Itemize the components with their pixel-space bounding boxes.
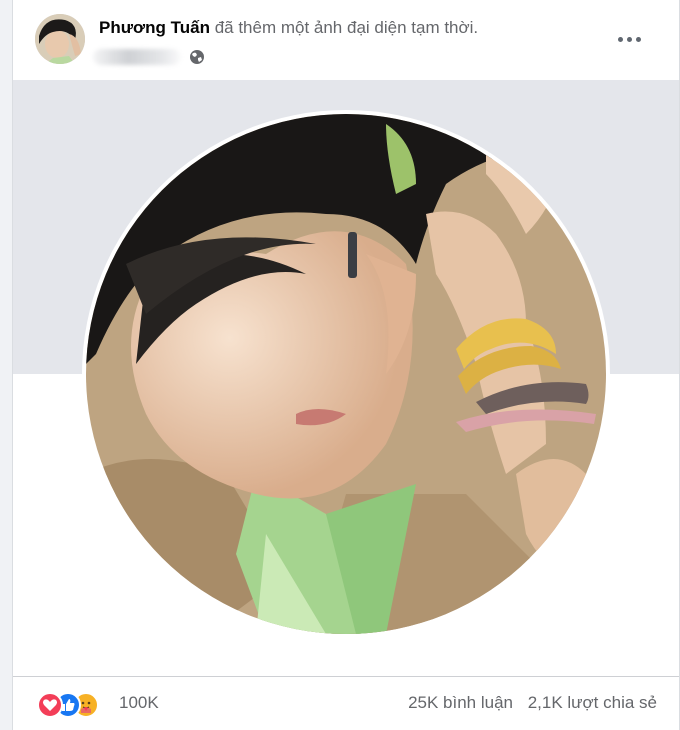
globe-icon[interactable] xyxy=(189,49,205,65)
more-options-button[interactable] xyxy=(609,24,649,54)
comments-count[interactable]: 25K bình luận xyxy=(408,693,513,713)
more-dot-icon xyxy=(626,36,632,42)
post-title-line: Phương Tuấn đã thêm một ảnh đại diện tạm… xyxy=(99,18,478,38)
reaction-count[interactable]: 100K xyxy=(119,693,159,713)
shares-count[interactable]: 2,1K lượt chia sẻ xyxy=(528,693,657,713)
love-reaction-icon xyxy=(37,692,63,718)
post-header: Phương Tuấn đã thêm một ảnh đại diện tạm… xyxy=(13,0,679,80)
post-photo-area xyxy=(13,80,679,676)
post-action-text: đã thêm một ảnh đại diện tạm thời. xyxy=(209,18,479,37)
post-footer: 100K 25K bình luận 2,1K lượt chia sẻ xyxy=(13,677,679,730)
post-meta xyxy=(93,46,233,66)
author-avatar[interactable] xyxy=(35,14,85,64)
post-timestamp-blurred[interactable] xyxy=(93,49,181,65)
author-name[interactable]: Phương Tuấn xyxy=(99,18,210,37)
more-dot-icon xyxy=(635,36,641,42)
more-dot-icon xyxy=(617,36,623,42)
profile-picture[interactable] xyxy=(86,114,606,634)
profile-picture-frame[interactable] xyxy=(82,110,610,638)
post-card: Phương Tuấn đã thêm một ảnh đại diện tạm… xyxy=(12,0,680,730)
